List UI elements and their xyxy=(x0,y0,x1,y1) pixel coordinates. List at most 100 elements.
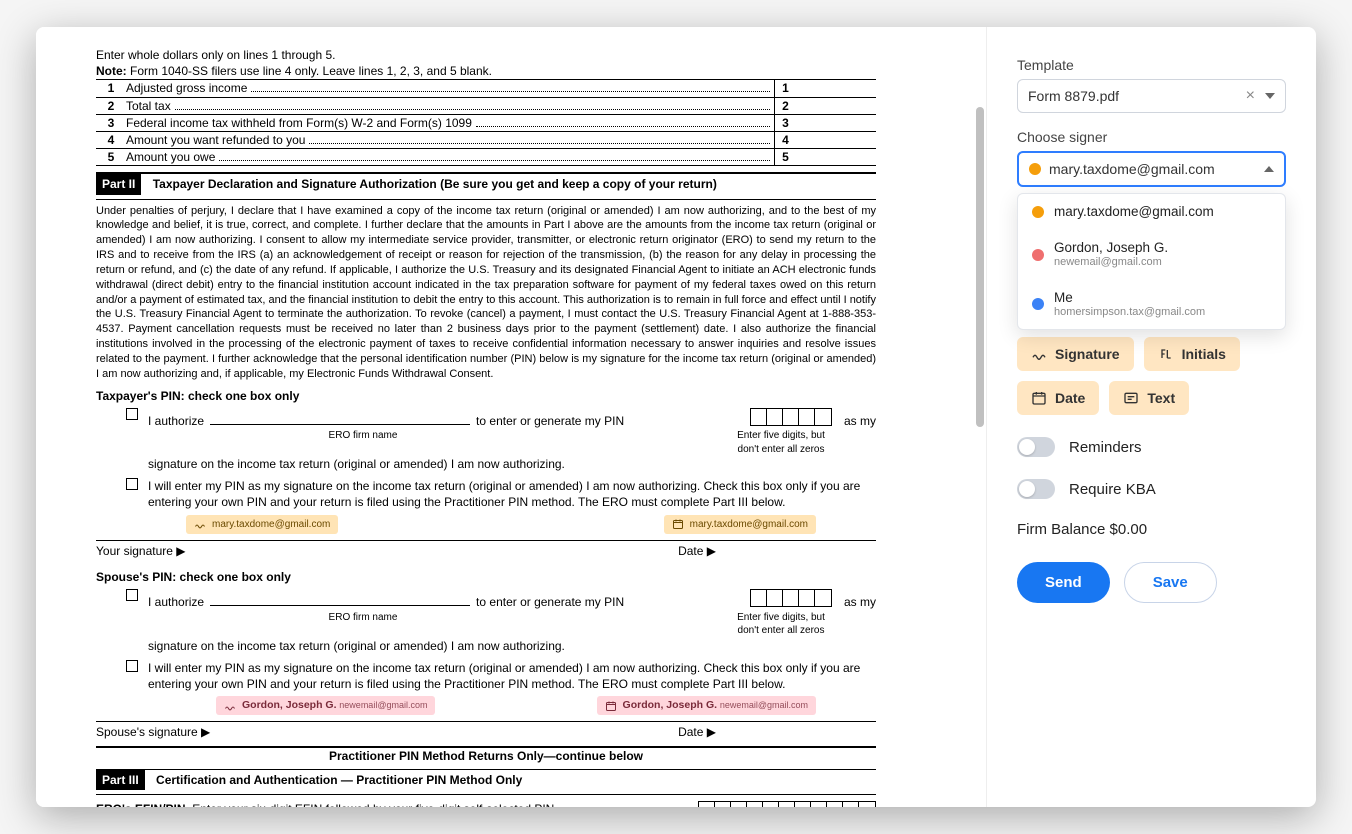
template-select[interactable]: Form 8879.pdf × xyxy=(1017,79,1286,113)
instruction-line: Enter whole dollars only on lines 1 thro… xyxy=(96,47,876,63)
kba-toggle[interactable] xyxy=(1017,479,1055,499)
button-label: Date xyxy=(1055,390,1085,406)
initials-icon xyxy=(1158,346,1174,362)
declaration-text: Under penalties of perjury, I declare th… xyxy=(96,204,876,382)
taxpayer-authorize-row: I authorize to enter or generate my PIN … xyxy=(96,408,876,472)
line-num: 3 xyxy=(96,115,126,131)
form-8879-page: Enter whole dollars only on lines 1 thro… xyxy=(96,47,876,807)
part-iii-title: Certification and Authentication — Pract… xyxy=(156,773,522,787)
send-button[interactable]: Send xyxy=(1017,562,1110,603)
note-line: Note: Form 1040-SS filers use line 4 onl… xyxy=(96,63,876,79)
chevron-down-icon[interactable] xyxy=(1265,93,1275,99)
tag-email: mary.taxdome@gmail.com xyxy=(212,518,330,532)
document-viewer[interactable]: Enter whole dollars only on lines 1 thro… xyxy=(36,27,986,807)
balance-label: Firm Balance xyxy=(1017,521,1110,538)
checkbox-authorize-taxpayer[interactable] xyxy=(126,408,138,420)
kba-row: Require KBA xyxy=(1017,479,1286,499)
self-pin-text: I will enter my PIN as my signature on t… xyxy=(148,660,876,692)
ero-efin-label: ERO's EFIN/PIN. xyxy=(96,802,189,807)
spouse-pin-title: Spouse's PIN: check one box only xyxy=(96,569,876,585)
checkbox-authorize-spouse[interactable] xyxy=(126,589,138,601)
calendar-icon xyxy=(672,518,684,530)
authorize-text: I authorize xyxy=(148,413,204,429)
date-field-tag-taxpayer[interactable]: mary.taxdome@gmail.com xyxy=(664,515,816,535)
as-my: as my xyxy=(844,594,876,610)
pin-boxes[interactable] xyxy=(750,408,832,426)
line-5: 5 Amount you owe 5 xyxy=(96,149,876,166)
your-signature-label: Your signature ▶ xyxy=(96,543,186,559)
option-name: mary.taxdome@gmail.com xyxy=(1054,204,1214,220)
app-window: Enter whole dollars only on lines 1 thro… xyxy=(36,27,1316,807)
line-4: 4 Amount you want refunded to you 4 xyxy=(96,132,876,149)
signer-label: Choose signer xyxy=(1017,129,1286,145)
signer-option-gordon[interactable]: Gordon, Joseph G. newemail@gmail.com xyxy=(1018,230,1285,279)
efin-pin-boxes[interactable] xyxy=(698,801,876,807)
balance-value: $0.00 xyxy=(1110,521,1148,538)
pin-boxes-spouse[interactable] xyxy=(750,589,832,607)
signer-option-mary[interactable]: mary.taxdome@gmail.com xyxy=(1018,194,1285,230)
signature-icon xyxy=(1031,346,1047,362)
part-iii-badge: Part III xyxy=(96,770,145,790)
practitioner-header: Practitioner PIN Method Returns Only—con… xyxy=(96,748,876,764)
signer-select[interactable]: mary.taxdome@gmail.com xyxy=(1017,151,1286,187)
line-2: 2 Total tax 2 xyxy=(96,98,876,115)
part-ii-header: Part II Taxpayer Declaration and Signatu… xyxy=(96,174,876,194)
date-field-tag-spouse[interactable]: Gordon, Joseph G. newemail@gmail.com xyxy=(597,696,816,715)
clear-template-icon[interactable]: × xyxy=(1246,88,1255,104)
kba-label: Require KBA xyxy=(1069,481,1156,498)
calendar-icon xyxy=(1031,390,1047,406)
line-label: Adjusted gross income xyxy=(126,80,247,96)
ero-efin-row: ERO's EFIN/PIN. Enter your six-digit EFI… xyxy=(96,801,876,807)
add-signature-button[interactable]: Signature xyxy=(1017,337,1134,371)
spouse-signature-label: Spouse's signature ▶ xyxy=(96,724,210,740)
checkbox-self-pin-taxpayer[interactable] xyxy=(126,478,138,490)
signature-field-tag-spouse[interactable]: Gordon, Joseph G. newemail@gmail.com xyxy=(216,696,435,715)
date-label: Date ▶ xyxy=(678,724,716,740)
line-num: 2 xyxy=(96,98,126,114)
part-iii-header: Part III Certification and Authenticatio… xyxy=(96,770,876,790)
tag-email: newemail@gmail.com xyxy=(339,700,427,710)
scrollbar-thumb[interactable] xyxy=(976,107,984,427)
line-box: 5 xyxy=(774,149,796,165)
date-label: Date ▶ xyxy=(678,543,716,559)
signature-icon xyxy=(194,518,206,530)
line-label: Federal income tax withheld from Form(s)… xyxy=(126,115,472,131)
signer-option-me[interactable]: Me homersimpson.tax@gmail.com xyxy=(1018,280,1285,329)
tag-name: Gordon, Joseph G. xyxy=(623,699,718,711)
sig-line-text: signature on the income tax return (orig… xyxy=(148,456,876,472)
spouse-self-pin-row: I will enter my PIN as my signature on t… xyxy=(96,660,876,692)
checkbox-self-pin-spouse[interactable] xyxy=(126,660,138,672)
signer-dot-icon xyxy=(1032,206,1044,218)
part-ii-badge: Part II xyxy=(96,174,141,194)
line-1: 1 Adjusted gross income 1 xyxy=(96,80,876,97)
button-label: Text xyxy=(1147,390,1175,406)
action-buttons: Send Save xyxy=(1017,562,1286,603)
signer-selected-value: mary.taxdome@gmail.com xyxy=(1049,161,1215,177)
tag-email: newemail@gmail.com xyxy=(720,700,808,710)
tag-email: mary.taxdome@gmail.com xyxy=(690,518,808,532)
sig-line-text: signature on the income tax return (orig… xyxy=(148,638,876,654)
line-num: 5 xyxy=(96,149,126,165)
line-label: Total tax xyxy=(126,98,171,114)
calendar-icon xyxy=(605,700,617,712)
reminders-toggle[interactable] xyxy=(1017,437,1055,457)
signature-field-tag-taxpayer[interactable]: mary.taxdome@gmail.com xyxy=(186,515,338,535)
ero-firm-label: ERO firm name xyxy=(208,611,518,638)
spouse-authorize-row: I authorize to enter or generate my PIN … xyxy=(96,589,876,653)
taxpayer-pin-title: Taxpayer's PIN: check one box only xyxy=(96,388,876,404)
add-date-button[interactable]: Date xyxy=(1017,381,1099,415)
line-box: 1 xyxy=(774,80,796,96)
note-prefix: Note: xyxy=(96,64,127,78)
add-initials-button[interactable]: Initials xyxy=(1144,337,1240,371)
pin-trailing: to enter or generate my PIN xyxy=(476,594,624,610)
text-icon xyxy=(1123,390,1139,406)
chevron-up-icon[interactable] xyxy=(1264,166,1274,172)
add-text-button[interactable]: Text xyxy=(1109,381,1189,415)
template-value: Form 8879.pdf xyxy=(1028,88,1119,104)
line-num: 4 xyxy=(96,132,126,148)
line-box: 2 xyxy=(774,98,796,114)
note-text: Form 1040-SS filers use line 4 only. Lea… xyxy=(127,64,492,78)
save-button[interactable]: Save xyxy=(1124,562,1217,603)
reminders-row: Reminders xyxy=(1017,437,1286,457)
field-type-buttons: Signature Initials Date Text xyxy=(1017,337,1286,415)
